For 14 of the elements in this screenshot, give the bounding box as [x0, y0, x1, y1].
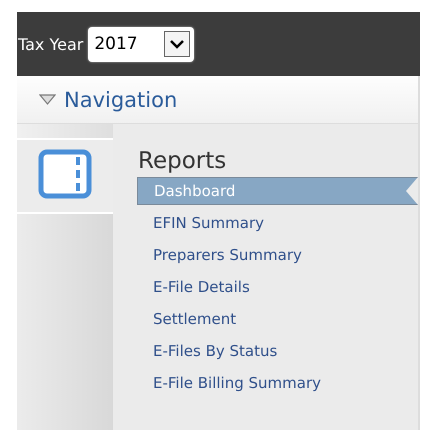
- report-link[interactable]: E-File Details: [137, 271, 418, 303]
- tax-year-label: Tax Year: [18, 34, 84, 54]
- report-link[interactable]: E-File Billing Summary: [137, 367, 418, 399]
- chevron-down-icon: [169, 38, 186, 50]
- reports-tab[interactable]: [17, 140, 113, 214]
- notebook-icon: [38, 149, 92, 199]
- triangle-icon: [39, 94, 56, 105]
- report-link[interactable]: EFIN Summary: [137, 207, 418, 239]
- report-link[interactable]: E-Files By Status: [137, 335, 418, 367]
- report-link[interactable]: Preparers Summary: [137, 239, 418, 271]
- tax-year-select[interactable]: 2017: [88, 26, 194, 62]
- report-link[interactable]: Settlement: [137, 303, 418, 335]
- navigation-header[interactable]: Navigation: [17, 76, 420, 124]
- reports-heading: Reports: [138, 148, 228, 174]
